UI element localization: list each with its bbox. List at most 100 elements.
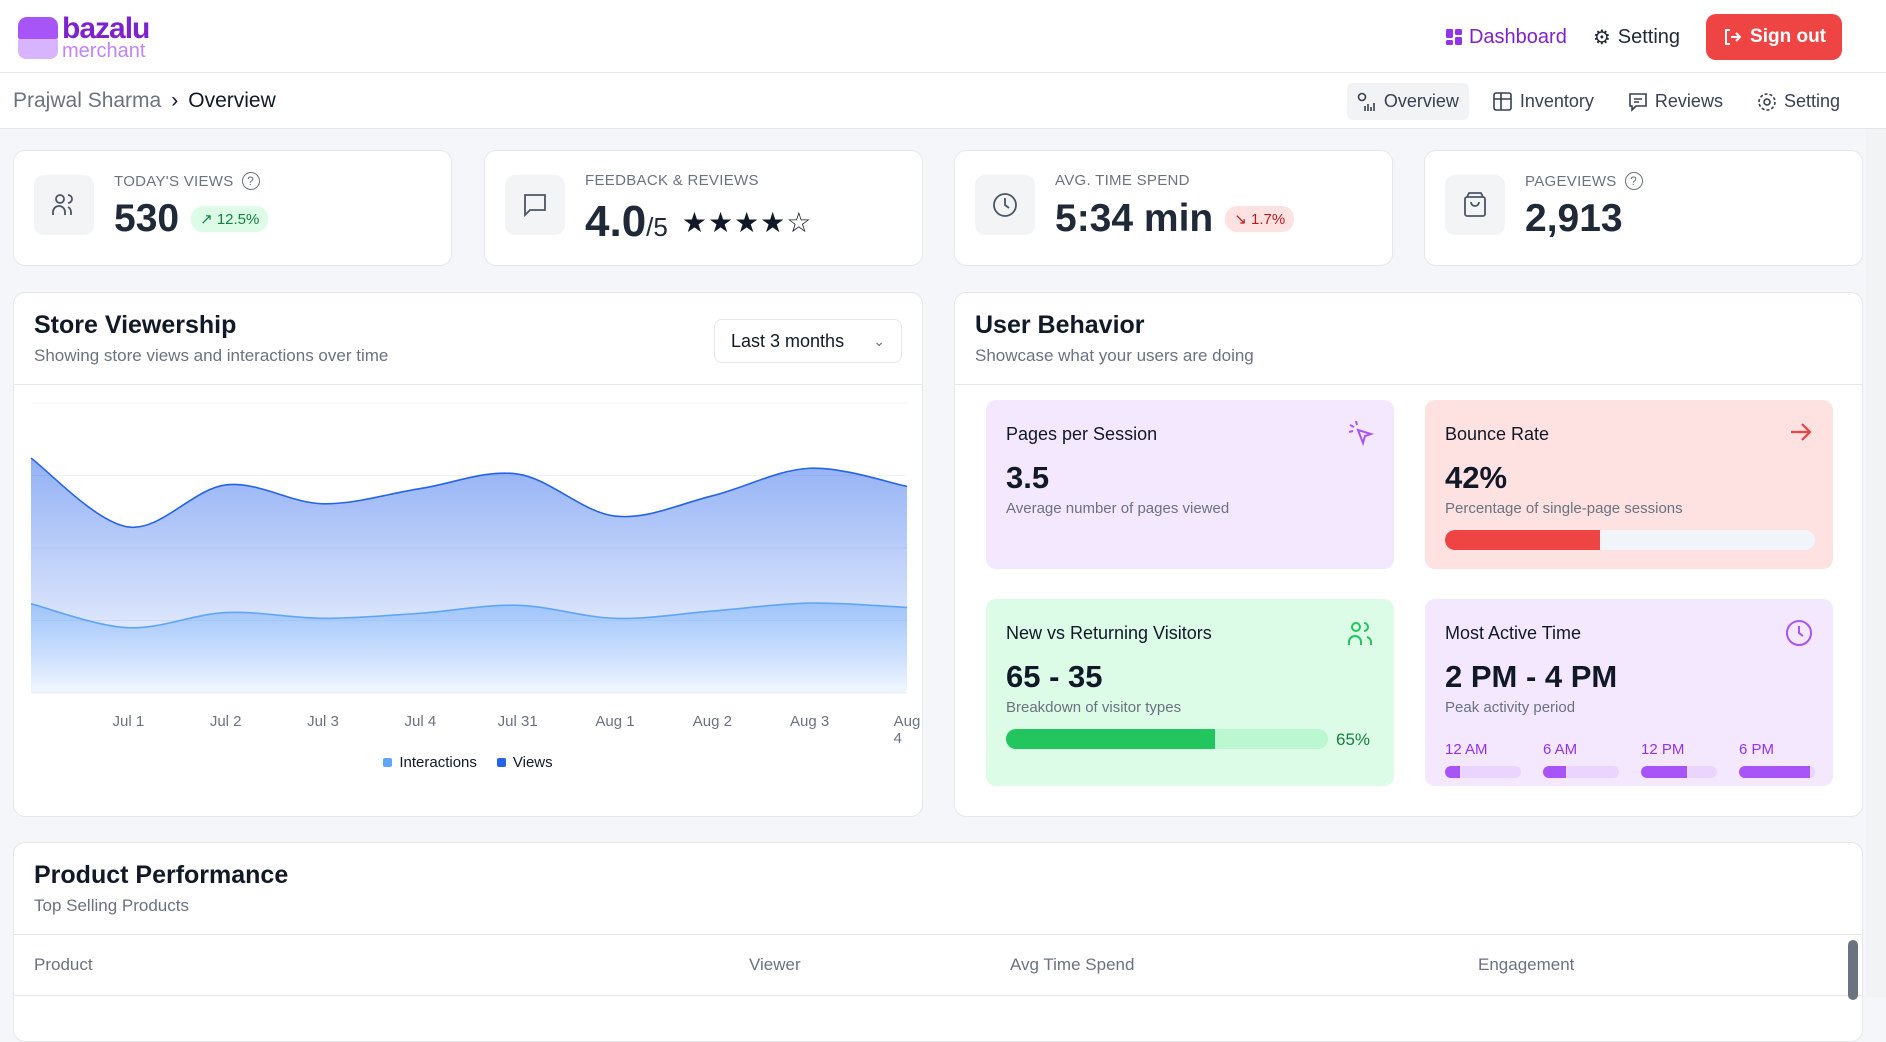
card-title: User Behavior xyxy=(975,311,1145,339)
tile-most-active-time: Most Active Time 2 PM - 4 PM Peak activi… xyxy=(1425,599,1833,786)
slot-bar xyxy=(1543,766,1619,778)
nav-dashboard[interactable]: Dashboard xyxy=(1445,26,1567,49)
tab-overview[interactable]: Overview xyxy=(1346,83,1469,120)
users-icon xyxy=(1348,622,1372,645)
stat-card-reviews: FEEDBACK & REVIEWS 4.0/5 ★★★★☆ xyxy=(484,150,923,266)
card-title: Store Viewership xyxy=(34,311,237,339)
activity-slot: 6 PM xyxy=(1739,741,1815,778)
column-header-engagement[interactable]: Engagement xyxy=(1478,955,1574,975)
table-scrollbar[interactable] xyxy=(1848,940,1858,1000)
breadcrumb-parent[interactable]: Prajwal Sharma xyxy=(13,89,161,113)
cursor-click-icon xyxy=(1348,420,1374,447)
star-rating: ★★★★☆ xyxy=(681,206,813,238)
legend-item-interactions[interactable]: Interactions xyxy=(383,754,477,771)
card-subtitle: Showcase what your users are doing xyxy=(975,346,1254,365)
stat-label: TODAY'S VIEWS xyxy=(114,172,234,190)
tile-value: 65 - 35 xyxy=(1006,659,1103,694)
stat-label: FEEDBACK & REVIEWS xyxy=(585,172,759,189)
chevron-right-icon: › xyxy=(171,89,179,112)
tab-setting[interactable]: Setting xyxy=(1747,83,1850,120)
shopping-bag-icon xyxy=(1445,175,1505,235)
tile-value: 3.5 xyxy=(1006,460,1050,495)
arrow-right-icon xyxy=(1791,423,1812,441)
card-subtitle: Showing store views and interactions ove… xyxy=(34,346,389,365)
breadcrumb-current: Overview xyxy=(188,89,276,112)
stat-value: 2,913 xyxy=(1525,197,1623,240)
tile-bounce-rate: Bounce Rate 42% Percentage of single-pag… xyxy=(1425,400,1833,569)
sign-out-label: Sign out xyxy=(1750,26,1826,47)
tab-inventory[interactable]: Inventory xyxy=(1483,83,1604,120)
range-select[interactable]: Last 3 months ⌄ xyxy=(714,319,902,363)
table-plus-icon xyxy=(1493,91,1512,111)
top-header: bazalu merchant Dashboard ⚙ Setting Sign o… xyxy=(0,0,1886,73)
stat-value: 4.0 xyxy=(585,197,647,246)
slot-label: 12 AM xyxy=(1445,741,1488,758)
tab-reviews-label: Reviews xyxy=(1654,91,1723,111)
stat-label: PAGEVIEWS xyxy=(1525,172,1617,190)
stat-card-pageviews: PAGEVIEWS? 2,913 xyxy=(1424,150,1863,266)
x-tick-label: Jul 1 xyxy=(112,713,145,730)
slot-bar xyxy=(1739,766,1815,778)
breadcrumb: Prajwal Sharma › Overview xyxy=(13,89,276,113)
trend-badge: ↘ 1.7% xyxy=(1225,206,1295,232)
logo-icon xyxy=(18,16,58,59)
stat-label: AVG. TIME SPEND xyxy=(1055,172,1190,189)
slot-label: 6 AM xyxy=(1543,741,1578,758)
stat-suffix: /5 xyxy=(646,212,668,242)
tile-value: 42% xyxy=(1445,460,1508,495)
trend-badge: ↗ 12.5% xyxy=(191,206,269,232)
activity-slot: 6 AM xyxy=(1543,741,1619,778)
grid-icon xyxy=(1445,29,1462,45)
tile-title: Most Active Time xyxy=(1445,623,1582,643)
brand-sub: merchant xyxy=(62,40,146,62)
chart-icon xyxy=(1357,92,1375,111)
clock-icon xyxy=(1786,620,1812,646)
legend-item-views[interactable]: Views xyxy=(496,754,553,771)
stat-card-views: TODAY'S VIEWS? 530 ↗ 12.5% xyxy=(13,150,452,266)
tab-reviews[interactable]: Reviews xyxy=(1618,83,1733,120)
sign-out-button[interactable]: Sign out xyxy=(1706,14,1842,60)
range-value: Last 3 months xyxy=(731,330,845,351)
activity-slot: 12 PM xyxy=(1641,741,1717,778)
chevron-down-icon: ⌄ xyxy=(873,332,885,349)
slot-label: 6 PM xyxy=(1739,741,1775,758)
viewership-chart xyxy=(30,402,908,694)
tile-title: Pages per Session xyxy=(1006,424,1158,444)
x-tick-label: Aug 1 xyxy=(595,713,635,730)
tab-inventory-label: Inventory xyxy=(1519,91,1594,111)
tile-title: New vs Returning Visitors xyxy=(1006,623,1212,643)
message-icon xyxy=(1629,92,1647,112)
tile-visitors: New vs Returning Visitors 65 - 35 Breakd… xyxy=(986,599,1394,786)
stat-value: 5:34 min xyxy=(1055,197,1214,240)
slot-label: 12 PM xyxy=(1641,741,1685,758)
card-subtitle: Top Selling Products xyxy=(34,896,189,915)
column-header-avg-time[interactable]: Avg Time Spend xyxy=(1010,955,1134,975)
activity-slot: 12 AM xyxy=(1445,741,1521,778)
visitors-percent: 65% xyxy=(1336,730,1371,749)
help-icon[interactable]: ? xyxy=(1624,172,1643,190)
users-icon xyxy=(34,175,94,235)
x-tick-label: Aug 3 xyxy=(790,713,830,730)
help-icon[interactable]: ? xyxy=(241,172,260,190)
tile-title: Bounce Rate xyxy=(1445,424,1550,444)
gear-icon: ⚙ xyxy=(1592,26,1611,49)
column-header-viewer[interactable]: Viewer xyxy=(749,955,801,975)
logo[interactable]: bazalu merchant xyxy=(18,14,150,62)
slot-bar xyxy=(1445,766,1521,778)
tile-desc: Peak activity period xyxy=(1445,699,1576,716)
chart-legend: Interactions Views xyxy=(14,754,922,771)
stat-value: 530 xyxy=(114,197,180,240)
logout-icon xyxy=(1725,29,1742,45)
column-header-product[interactable]: Product xyxy=(34,955,93,975)
store-viewership-card: Store Viewership Showing store views and… xyxy=(13,292,923,817)
nav-setting[interactable]: ⚙ Setting xyxy=(1593,25,1680,50)
gear-icon xyxy=(1758,92,1776,111)
x-tick-label: Aug 2 xyxy=(692,713,732,730)
page-scrollbar[interactable] xyxy=(1866,129,1886,997)
nav-setting-label: Setting xyxy=(1617,25,1681,48)
x-tick-label: Aug 4 xyxy=(893,713,921,747)
tile-desc: Average number of pages viewed xyxy=(1006,500,1230,517)
breadcrumb-bar: Prajwal Sharma › Overview Overview Inven… xyxy=(0,73,1886,129)
stat-card-time: AVG. TIME SPEND 5:34 min ↘ 1.7% xyxy=(954,150,1393,266)
tile-desc: Percentage of single-page sessions xyxy=(1445,500,1683,517)
